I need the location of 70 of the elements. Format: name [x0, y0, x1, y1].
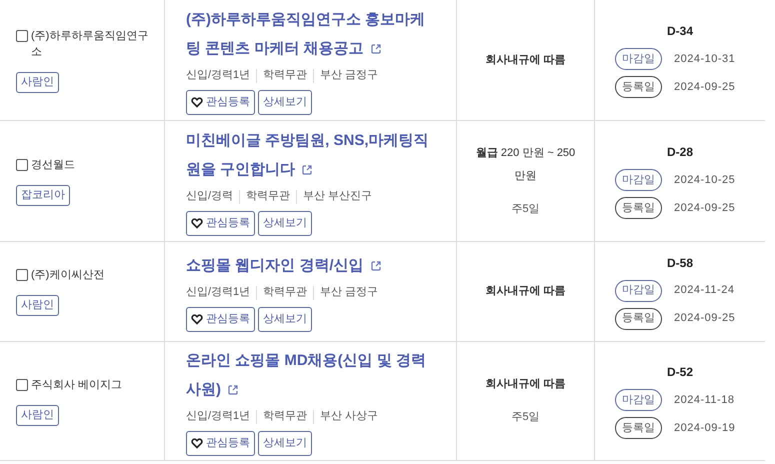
salary-text: 회사내규에 따름: [484, 377, 567, 392]
detail-button[interactable]: 상세보기: [258, 210, 312, 236]
source-tag: 사람인: [16, 72, 59, 92]
external-link-icon: [301, 164, 314, 176]
job-title-link[interactable]: 쇼핑몰 웹디자인 경력/신입: [186, 251, 438, 280]
salary-text: 월급 220 만원 ~ 250 만원: [476, 146, 576, 184]
company-name: (주)하루하루움직임연구소: [31, 28, 150, 60]
date-text: 2024-09-25: [674, 80, 736, 95]
posted-badge: 등록일: [615, 197, 662, 219]
job-meta: 신입/경력1년: [186, 409, 250, 424]
job-meta: 학력무관: [263, 68, 308, 84]
date-text: 2024-10-31: [674, 52, 736, 67]
date-text: 2024-09-25: [674, 311, 736, 326]
job-meta: 학력무관: [263, 285, 308, 300]
job-title-link[interactable]: 미친베이글 주방팀원, SNS,마케팅직원을 구인합니다: [186, 126, 438, 184]
job-meta: 부산 금정구: [320, 285, 378, 300]
source-tag: 잡코리아: [16, 184, 70, 206]
date-text: 2024-09-25: [674, 200, 736, 216]
checkbox[interactable]: [16, 30, 28, 42]
job-title-link[interactable]: 온라인 쇼핑몰 MD채용(신입 및 경력 사원): [186, 346, 438, 404]
deadline-badge: 마감일: [615, 389, 662, 411]
salary-text: 회사내규에 따름: [484, 52, 567, 68]
date-text: 2024-11-24: [674, 283, 734, 298]
external-link-icon: [227, 384, 240, 396]
heart-icon: [191, 437, 203, 450]
interest-button[interactable]: 관심등록: [186, 430, 255, 456]
salary-text: 회사내규에 따름: [484, 284, 567, 299]
job-meta: 부산 사상구: [320, 409, 378, 424]
checkbox[interactable]: [16, 269, 28, 281]
job-meta: 신입/경력1년: [186, 285, 250, 300]
job-meta: 부산 금정구: [320, 68, 378, 84]
external-link-icon: [370, 260, 382, 272]
heart-icon: [191, 313, 203, 326]
job-meta: 학력무관: [263, 409, 308, 424]
heart-icon: [191, 217, 203, 230]
external-link-icon: [370, 43, 382, 56]
heart-icon: [191, 96, 203, 108]
detail-button[interactable]: 상세보기: [258, 90, 312, 115]
job-meta: 학력무관: [246, 189, 290, 204]
posted-badge: 등록일: [615, 76, 662, 98]
detail-button[interactable]: 상세보기: [258, 306, 312, 332]
company-name: 주식회사 베이지그: [31, 378, 124, 392]
deadline-badge: 마감일: [615, 280, 662, 302]
d-day: D-34: [615, 22, 765, 40]
date-text: 2024-09-19: [674, 420, 736, 436]
posted-badge: 등록일: [615, 417, 662, 439]
d-day: D-58: [615, 254, 765, 272]
checkbox[interactable]: [16, 158, 28, 170]
interest-button[interactable]: 관심등록: [186, 306, 255, 332]
date-text: 2024-10-25: [674, 172, 736, 188]
d-day: D-28: [615, 143, 765, 161]
date-text: 2024-11-18: [674, 392, 734, 408]
detail-button[interactable]: 상세보기: [258, 430, 312, 456]
company-name: 경선월드: [31, 158, 76, 172]
work-days: 주5일: [511, 198, 540, 220]
job-meta: 신입/경력1년: [186, 68, 250, 84]
posted-badge: 등록일: [615, 308, 662, 330]
deadline-badge: 마감일: [615, 169, 662, 191]
job-meta: 신입/경력: [186, 189, 234, 204]
work-days: 주5일: [511, 406, 540, 429]
company-name: (주)케이씨산전: [31, 268, 106, 283]
job-meta: 부산 부산진구: [303, 189, 372, 204]
deadline-badge: 마감일: [615, 48, 662, 70]
interest-button[interactable]: 관심등록: [186, 90, 255, 115]
interest-button[interactable]: 관심등록: [186, 210, 255, 236]
job-title-link[interactable]: (주)하루하루움직임연구소 홍보마케팅 콘텐츠 마케터 채용공고: [186, 5, 438, 64]
source-tag: 사람인: [16, 295, 59, 316]
checkbox[interactable]: [16, 378, 28, 390]
d-day: D-52: [615, 363, 765, 381]
source-tag: 사람인: [16, 404, 59, 426]
